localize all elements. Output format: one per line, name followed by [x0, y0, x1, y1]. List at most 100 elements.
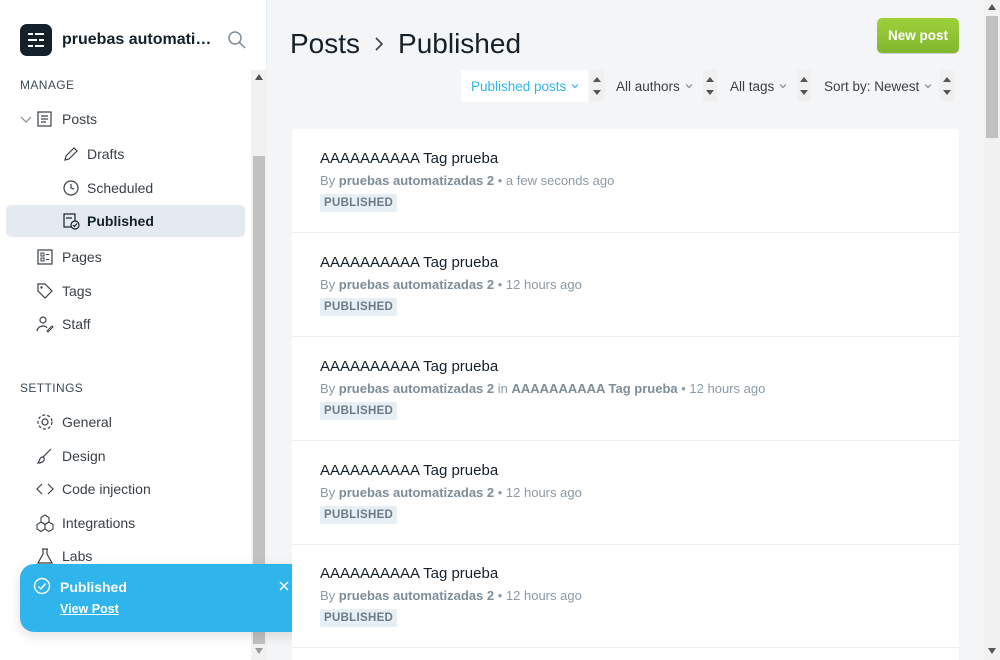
breadcrumb: Posts Published [290, 28, 521, 60]
search-icon[interactable] [227, 30, 249, 52]
by-label: By [320, 485, 336, 500]
chevron-down-icon [924, 84, 932, 89]
scroll-up-arrow[interactable] [988, 4, 996, 10]
post-title[interactable]: AAAAAAAAAA Tag prueba [320, 565, 498, 582]
settings-section-title: SETTINGS [20, 381, 84, 395]
list-item[interactable]: AAAAAAAAAA Tag prueba By pruebas automat… [292, 441, 959, 545]
sort-filter-label: Sort by: Newest [824, 78, 920, 94]
sidebar-item-label: Tags [62, 283, 92, 299]
post-meta: By pruebas automatizadas 2 • 12 hours ag… [320, 485, 582, 500]
by-label: By [320, 173, 336, 188]
scrollbar-thumb[interactable] [986, 16, 998, 138]
gear-icon [37, 414, 53, 430]
authors-filter-label: All authors [616, 78, 680, 94]
sidebar-item-drafts[interactable]: Drafts [6, 138, 245, 170]
sort-stepper[interactable] [940, 70, 954, 102]
tags-stepper[interactable] [797, 70, 811, 102]
check-circle-icon [33, 577, 51, 595]
post-meta: By pruebas automatizadas 2 • a few secon… [320, 173, 615, 188]
post-time: 12 hours ago [689, 381, 766, 396]
toast-title: Published [60, 579, 127, 595]
scroll-up-arrow[interactable] [255, 74, 263, 80]
pencil-icon [64, 147, 78, 161]
post-author: pruebas automatizadas 2 [338, 173, 495, 188]
by-label: By [320, 381, 336, 396]
post-time: a few seconds ago [505, 173, 615, 188]
chevron-down-icon [779, 84, 787, 89]
list-item[interactable]: AAAAAAAAAA Tag prueba By pruebas automat… [292, 337, 959, 441]
post-meta: By pruebas automatizadas 2 • 12 hours ag… [320, 588, 582, 603]
list-item[interactable]: AAAAAAAAAA Tag prueba By pruebas automat… [292, 544, 959, 648]
brush-icon [36, 448, 52, 464]
sidebar-item-general[interactable]: General [6, 406, 245, 438]
list-item[interactable]: AAAAAAAAAA Tag prueba By pruebas automat… [292, 233, 959, 337]
post-author: pruebas automatizadas 2 [338, 277, 495, 292]
sidebar-item-label: Integrations [62, 515, 136, 531]
post-author: pruebas automatizadas 2 [338, 381, 495, 396]
sidebar-item-label: Scheduled [87, 180, 154, 196]
code-icon [36, 483, 54, 495]
tags-filter[interactable]: All tags [720, 70, 794, 102]
post-type-stepper[interactable] [590, 70, 604, 102]
page-title: Published [398, 28, 522, 59]
status-badge: PUBLISHED [320, 506, 398, 524]
sidebar: pruebas automatizadas 2 MANAGE Posts Dra… [0, 0, 267, 660]
status-badge: PUBLISHED [320, 402, 398, 420]
site-name: pruebas automatizadas 2 [62, 31, 214, 48]
in-label: in [497, 381, 508, 396]
post-title[interactable]: AAAAAAAAAA Tag prueba [320, 150, 498, 167]
post-type-filter-label: Published posts [471, 78, 567, 94]
published-icon [63, 213, 80, 230]
post-type-filter[interactable]: Published posts [461, 70, 588, 102]
sidebar-item-published[interactable]: Published [6, 205, 245, 237]
main-scrollbar[interactable] [984, 0, 1000, 660]
chevron-down-icon[interactable] [20, 113, 32, 125]
sort-filter[interactable]: Sort by: Newest [814, 70, 938, 102]
scroll-down-arrow[interactable] [255, 648, 263, 654]
sidebar-item-pages[interactable]: Pages [6, 241, 245, 273]
post-title[interactable]: AAAAAAAAAA Tag prueba [320, 358, 498, 375]
by-label: By [320, 588, 336, 603]
sidebar-item-staff[interactable]: Staff [6, 308, 245, 340]
posts-list: AAAAAAAAAA Tag prueba By pruebas automat… [292, 129, 959, 660]
post-title[interactable]: AAAAAAAAAA Tag prueba [320, 254, 498, 271]
list-item[interactable]: AAAAAAAAAA Tag prueba By pruebas automat… [292, 129, 959, 233]
chevron-right-icon [375, 37, 384, 51]
by-label: By [320, 277, 336, 292]
manage-section-title: MANAGE [20, 78, 75, 92]
post-author: pruebas automatizadas 2 [338, 588, 495, 603]
breadcrumb-posts[interactable]: Posts [290, 28, 360, 60]
sidebar-item-label: Drafts [87, 146, 125, 162]
sidebar-item-label: Labs [62, 548, 93, 564]
sidebar-item-integrations[interactable]: Integrations [6, 507, 245, 539]
sidebar-item-code-injection[interactable]: Code injection [6, 473, 245, 505]
post-time: 12 hours ago [505, 277, 582, 292]
sidebar-item-posts[interactable]: Posts [6, 103, 245, 135]
sidebar-item-design[interactable]: Design [6, 440, 245, 472]
authors-stepper[interactable] [703, 70, 717, 102]
integrations-icon [36, 514, 54, 532]
ghost-logo-icon [20, 24, 52, 56]
brand[interactable]: pruebas automatizadas 2 [20, 24, 214, 56]
post-meta: By pruebas automatizadas 2 in AAAAAAAAAA… [320, 381, 766, 396]
view-post-link[interactable]: View Post [60, 602, 119, 616]
status-badge: PUBLISHED [320, 609, 398, 627]
scroll-down-arrow[interactable] [988, 648, 996, 654]
sidebar-item-label: Posts [62, 111, 98, 127]
authors-filter[interactable]: All authors [606, 70, 702, 102]
sidebar-item-label: Design [62, 448, 106, 464]
sidebar-item-scheduled[interactable]: Scheduled [6, 172, 245, 204]
status-badge: PUBLISHED [320, 194, 398, 212]
post-title[interactable]: AAAAAAAAAA Tag prueba [320, 462, 498, 479]
staff-icon [36, 316, 54, 333]
sidebar-item-tags[interactable]: Tags [6, 275, 245, 307]
sidebar-item-label: Published [87, 213, 154, 229]
sidebar-item-label: General [62, 414, 112, 430]
sidebar-item-label: Code injection [62, 481, 151, 497]
post-time: 12 hours ago [505, 485, 582, 500]
post-tag: AAAAAAAAAA Tag prueba [511, 381, 678, 396]
sidebar-item-label: Staff [62, 316, 91, 332]
new-post-button[interactable]: New post [877, 18, 959, 53]
post-author: pruebas automatizadas 2 [338, 485, 495, 500]
status-badge: PUBLISHED [320, 298, 398, 316]
